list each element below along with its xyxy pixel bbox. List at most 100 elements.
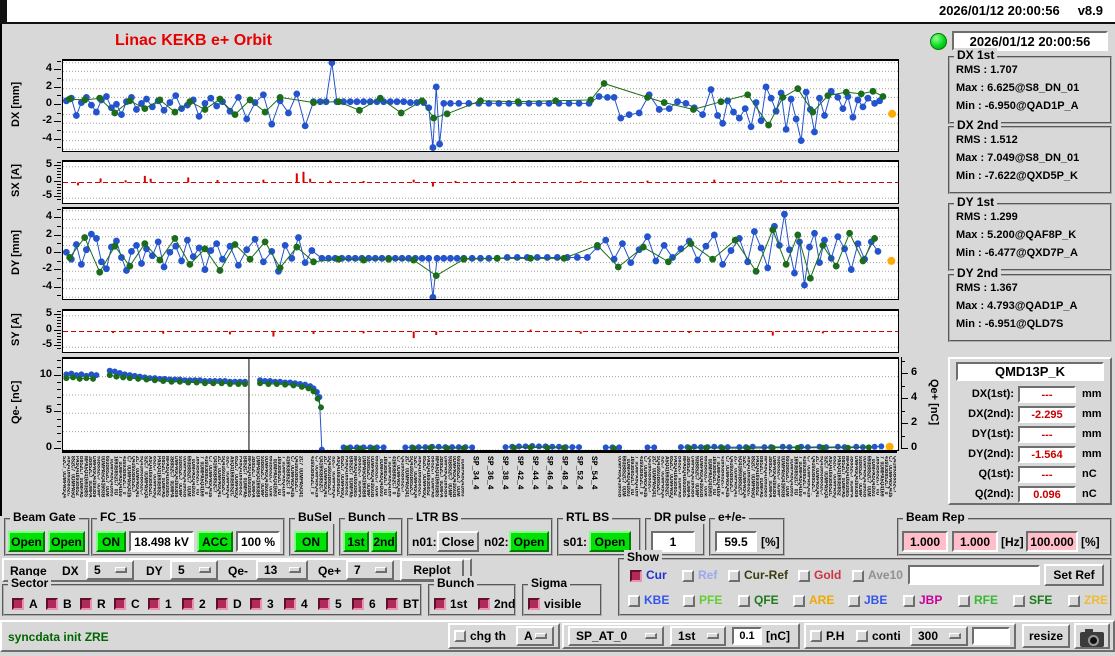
monitor-row-value-4: --- <box>1018 466 1076 483</box>
resize-button[interactable]: resize <box>1022 624 1070 648</box>
sector-label-C: C <box>131 597 140 611</box>
bunch-number-select[interactable]: 1st <box>670 626 726 646</box>
bunch-1st-checkbox[interactable] <box>434 598 446 610</box>
show-kbe-checkbox[interactable] <box>628 595 640 607</box>
sector-checkbox-R[interactable] <box>80 598 92 610</box>
sector-checkbox-D[interactable] <box>216 598 228 610</box>
bunch-2nd-button[interactable]: 2nd <box>371 531 397 552</box>
xaxis-label: SP_42_4 <box>514 456 524 490</box>
bunch-1st-button[interactable]: 1st <box>343 531 369 552</box>
range-qe-minus-select[interactable]: 13 <box>256 560 308 580</box>
qe-right-ytick: 2 <box>911 416 918 429</box>
show-jbe-checkbox[interactable] <box>848 595 860 607</box>
show-ref-input[interactable] <box>908 565 1040 585</box>
sector-label-2: 2 <box>199 597 206 611</box>
sp-select[interactable]: SP_AT_0 <box>568 626 664 646</box>
dy-ytick: -2 <box>42 262 52 275</box>
show-cur-label: Cur <box>646 568 667 582</box>
dx-minortick <box>57 129 61 131</box>
beam-gate-open-button-2[interactable]: Open <box>48 531 85 552</box>
monitor-row-label-1: DX(2nd): <box>968 408 1014 420</box>
ltr-bs-n02-open-button[interactable]: Open <box>509 531 549 552</box>
threshold-field[interactable]: 0.1 <box>732 627 762 645</box>
fc15-acc-button[interactable]: ACC <box>197 531 233 552</box>
ltr-bs-n01-close-button[interactable]: Close <box>437 531 479 552</box>
show-ave10-checkbox[interactable] <box>852 570 864 582</box>
qe-minortick <box>57 433 61 435</box>
sy-minortick <box>57 310 61 312</box>
show-ref-checkbox[interactable] <box>682 570 694 582</box>
show-rfe-checkbox[interactable] <box>958 595 970 607</box>
ph-checkbox[interactable] <box>810 630 822 642</box>
sx-minortick <box>57 177 61 179</box>
conti-checkbox[interactable] <box>856 630 868 642</box>
beam-rep-field-2: 1.000 <box>952 531 998 552</box>
aux-input[interactable] <box>972 627 1010 645</box>
range-dy-select[interactable]: 5 <box>170 560 218 580</box>
option-dash-icon <box>645 633 657 639</box>
sector-checkbox-1[interactable] <box>148 598 160 610</box>
monitor-row-value-2: --- <box>1018 426 1076 443</box>
option-dash-icon <box>535 633 547 639</box>
sy-minortick <box>57 320 61 322</box>
show-cur-checkbox[interactable] <box>630 570 642 582</box>
sector-checkbox-BT[interactable] <box>386 598 398 610</box>
chg-th-select[interactable]: A <box>516 626 554 646</box>
stats-dx-1st-row-1: Max : 6.625@S8_DN_01 <box>956 82 1080 94</box>
show-sfe-checkbox[interactable] <box>1013 595 1025 607</box>
show-zre-checkbox[interactable] <box>1068 595 1080 607</box>
sector-checkbox-4[interactable] <box>284 598 296 610</box>
titlebar-menu-block[interactable] <box>0 0 7 22</box>
show-cur-ref-checkbox[interactable] <box>728 570 740 582</box>
range-qe-plus-select[interactable]: 7 <box>346 560 394 580</box>
bunch-2nd-checkbox[interactable] <box>478 598 490 610</box>
window-frame-line <box>0 24 2 516</box>
beam-gate-open-button-1[interactable]: Open <box>8 531 45 552</box>
sector-checkbox-6[interactable] <box>352 598 364 610</box>
sector-checkbox-A[interactable] <box>12 598 24 610</box>
qe-ytick: 5 <box>45 404 52 417</box>
sigma-visible-label: visible <box>544 597 582 611</box>
show-jbp-checkbox[interactable] <box>903 595 915 607</box>
dy-ytick: 4 <box>45 210 52 223</box>
chg-th-checkbox[interactable] <box>454 630 466 642</box>
fc15-on-button[interactable]: ON <box>96 531 126 552</box>
show-are-checkbox[interactable] <box>793 595 805 607</box>
qe-minortick <box>57 440 61 442</box>
points-select[interactable]: 300 <box>910 626 968 646</box>
set-ref-button[interactable]: Set Ref <box>1044 564 1104 586</box>
linac-orbit-window: 2026/01/12 20:00:56 v8.9 Linac KEKB e+ Or… <box>0 0 1115 656</box>
range-qe-plus-select-value: 7 <box>354 563 361 577</box>
option-dash-icon <box>375 567 387 573</box>
dx-minortick <box>57 104 61 105</box>
show-are-label: ARE <box>809 593 835 607</box>
option-dash-icon <box>707 633 719 639</box>
beam-rep-field-3: 100.000 <box>1026 531 1078 552</box>
range-dy-label: DY <box>146 564 163 578</box>
sector-checkbox-3[interactable] <box>250 598 262 610</box>
show-gold-checkbox[interactable] <box>798 570 810 582</box>
sx-minortick <box>57 183 61 185</box>
qe-right-minortick <box>901 423 905 425</box>
show-qfe-checkbox[interactable] <box>738 595 750 607</box>
sector-checkbox-B[interactable] <box>46 598 58 610</box>
sector-checkbox-5[interactable] <box>318 598 330 610</box>
show-pfe-checkbox[interactable] <box>683 595 695 607</box>
rtl-bs-s01-open-button[interactable]: Open <box>589 531 631 552</box>
stats-dy-2nd-panel-label: DY 2nd <box>954 266 1002 280</box>
rtl-bs-s01-label: s01: <box>563 535 588 549</box>
sy-minortick <box>57 323 61 325</box>
screenshot-button[interactable] <box>1074 623 1110 649</box>
dx-axis-label: DX [mm] <box>10 81 22 127</box>
busel-on-button[interactable]: ON <box>294 531 328 552</box>
dx-minortick <box>57 112 61 114</box>
sector-label-A: A <box>29 597 38 611</box>
sigma-visible-checkbox[interactable] <box>528 598 540 610</box>
sector-checkbox-2[interactable] <box>182 598 194 610</box>
qe-minortick <box>57 374 61 376</box>
sector-group-label: Sector <box>8 576 52 590</box>
sigma-group-label: Sigma <box>528 576 571 590</box>
points-select-value: 300 <box>918 629 939 643</box>
range-dx-select[interactable]: 5 <box>86 560 134 580</box>
sector-checkbox-C[interactable] <box>114 598 126 610</box>
